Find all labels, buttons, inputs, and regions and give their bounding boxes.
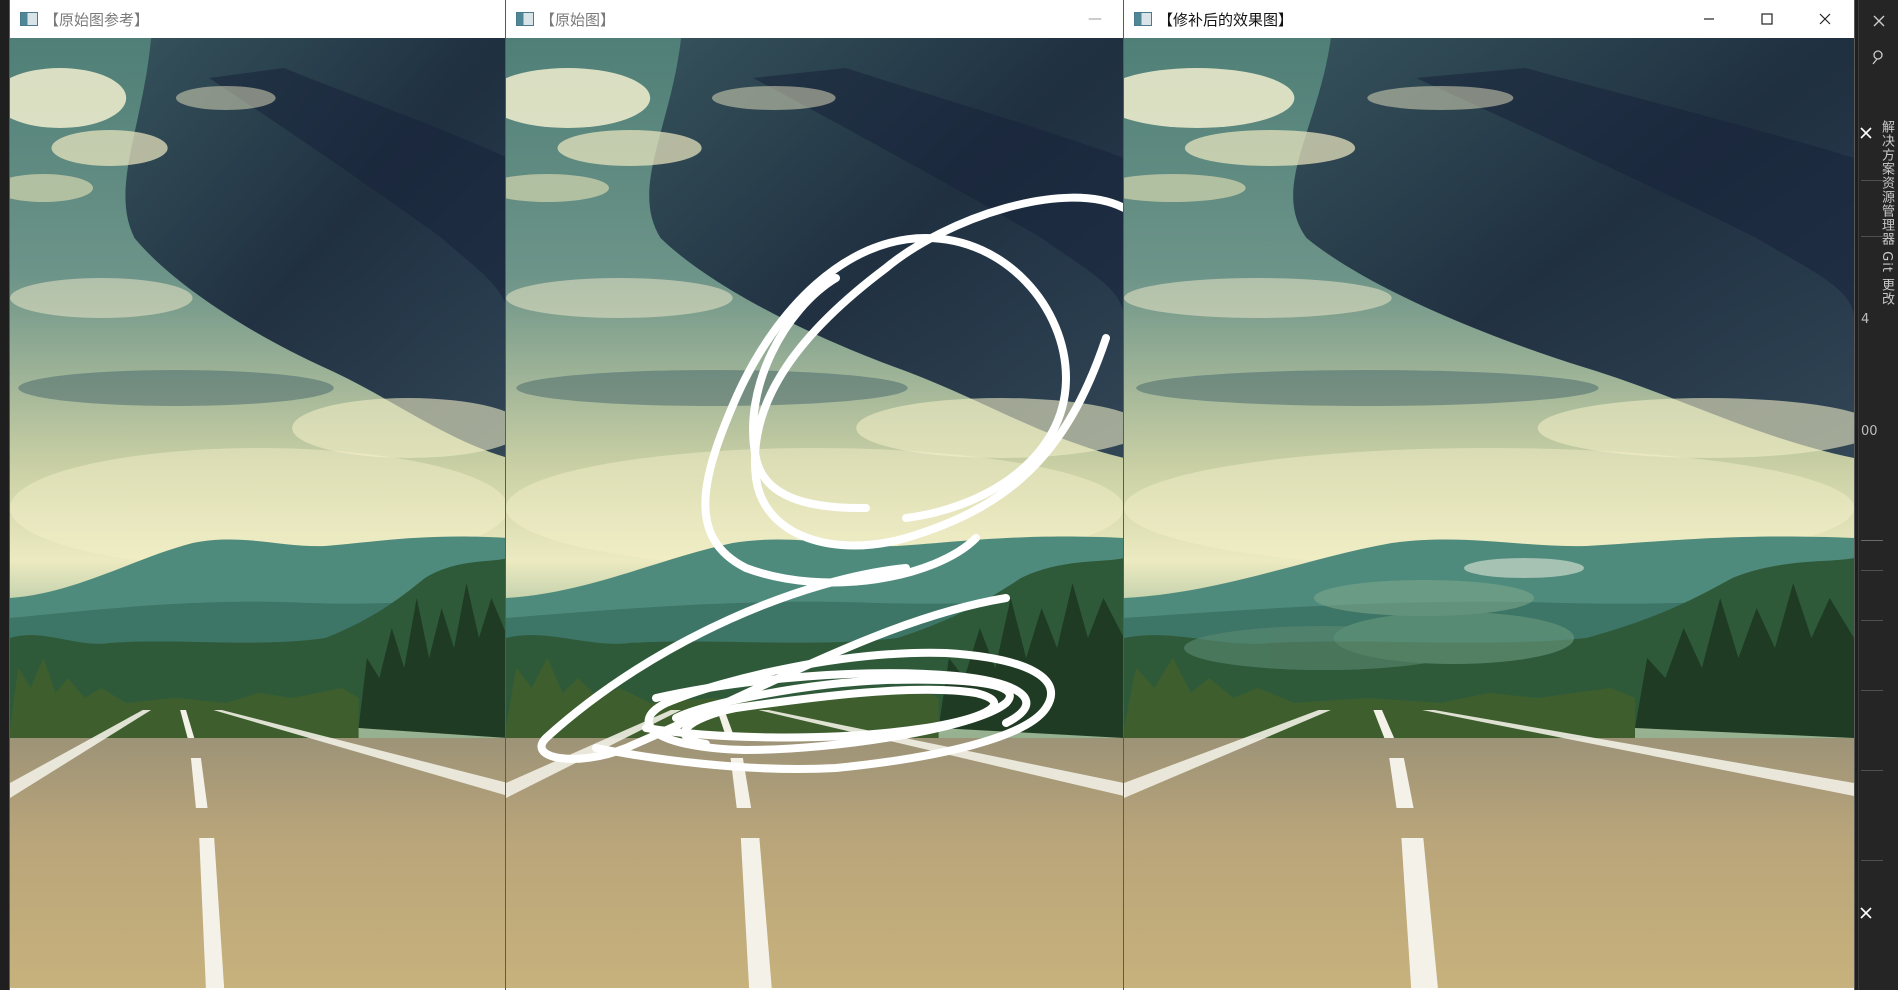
divider [1861,690,1883,691]
close-button[interactable] [1796,0,1854,38]
divider [1861,620,1883,621]
minimize-button[interactable] [1680,0,1738,38]
window-original[interactable]: 【原始图】 — [506,0,1124,990]
divider [1861,180,1883,181]
ide-side-panel: 解决方案资源管理器 Git 更改 4 00 [1858,0,1898,990]
landscape-image-inpainted [1124,38,1854,988]
dock-close-button[interactable] [1855,122,1877,144]
panel-fragment-text: 4 [1861,312,1870,327]
window-title: 【修补后的效果图】 [1158,10,1294,29]
image-window-icon [1134,12,1152,26]
divider [1861,770,1883,771]
window-title: 【原始图参考】 [44,10,150,29]
close-icon [1873,15,1885,27]
divider [1861,236,1883,237]
window-original-reference[interactable]: 【原始图参考】 [10,0,506,990]
close-icon [1819,13,1831,25]
minimize-icon [1704,18,1714,20]
maximize-icon [1761,13,1773,25]
divider [1861,860,1883,861]
panel-vertical-tabs[interactable]: 解决方案资源管理器 Git 更改 [1877,120,1896,306]
panel-search-button[interactable] [1868,46,1890,68]
titlebar[interactable]: 【原始图参考】 [10,0,506,38]
landscape-image-with-mask [506,38,1124,988]
image-window-icon [516,12,534,26]
minimize-icon: — [1088,11,1102,27]
dock-close-button[interactable] [1855,902,1877,924]
panel-fragment-text: 00 [1861,424,1878,439]
close-icon [1860,907,1872,919]
image-canvas-result[interactable] [1124,38,1854,990]
image-canvas-original[interactable] [506,38,1124,990]
window-title: 【原始图】 [540,10,616,29]
search-person-icon [1872,50,1883,65]
close-icon [1860,127,1872,139]
titlebar[interactable]: 【修补后的效果图】 [1124,0,1854,38]
panel-close-button[interactable] [1868,10,1890,32]
divider [1861,570,1883,571]
image-window-icon [20,12,38,26]
divider [1861,540,1883,541]
image-canvas-reference[interactable] [10,38,506,990]
window-inpainted-result[interactable]: 【修补后的效果图】 [1124,0,1854,990]
landscape-image [10,38,506,988]
titlebar[interactable]: 【原始图】 — [506,0,1124,38]
minimize-button[interactable]: — [1066,0,1124,38]
maximize-button[interactable] [1738,0,1796,38]
